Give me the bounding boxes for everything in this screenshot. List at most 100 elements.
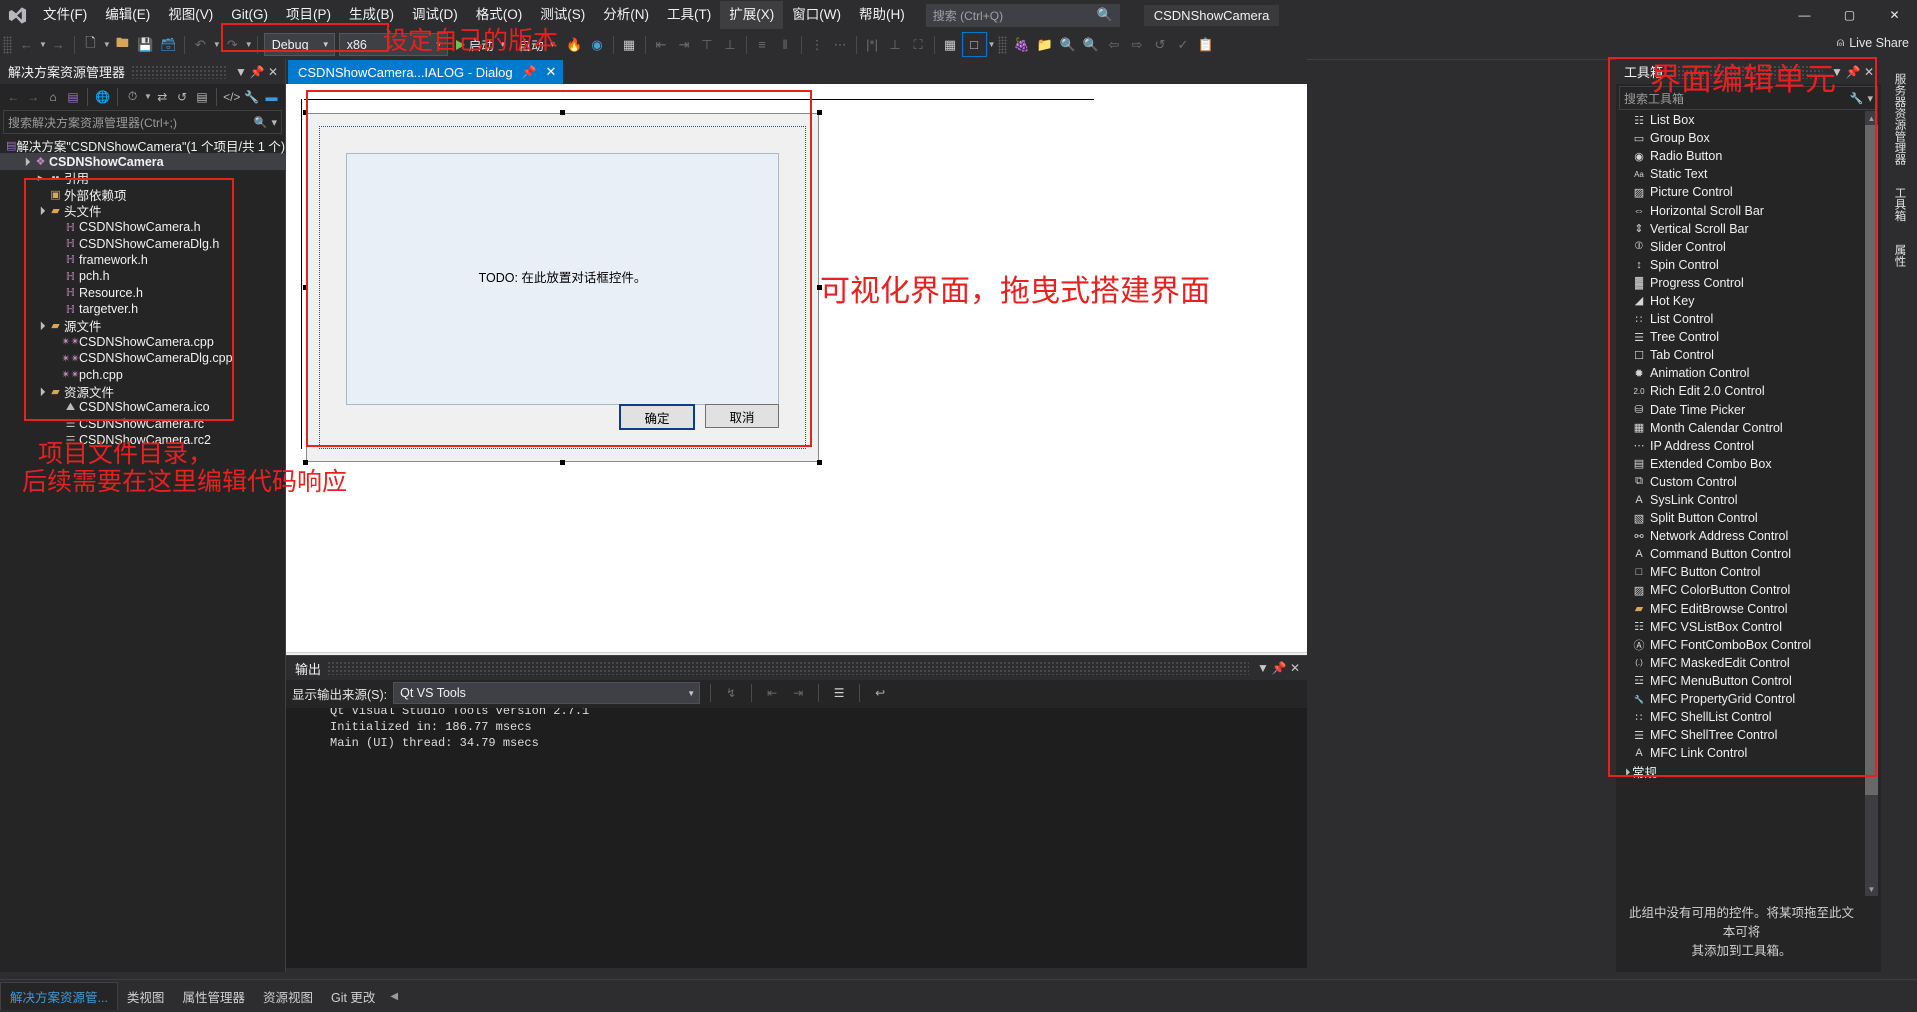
qt-project-icon[interactable]: 📁 (1033, 33, 1056, 56)
tree-item[interactable]: ℍResource.h (0, 285, 285, 301)
find-symbol-icon[interactable]: 🔍 (1079, 33, 1102, 56)
chevron-down-icon[interactable]: ▼ (233, 63, 249, 81)
global-search-input[interactable]: 搜索 (Ctrl+Q) 🔍 (926, 4, 1120, 27)
toolbox-group-header[interactable]: ◢常规 (1616, 762, 1881, 781)
toolbox-item[interactable]: ⒶMFC FontComboBox Control (1616, 636, 1881, 654)
show-grid-icon[interactable]: ▦ (939, 33, 962, 56)
tree-item[interactable]: ✴✴CSDNShowCameraDlg.cpp (0, 350, 285, 366)
menu-view[interactable]: 视图(V) (159, 1, 222, 29)
tree-item[interactable]: ▶▪▪引用 (0, 170, 285, 186)
test-dialog-icon[interactable]: ⛶ (907, 33, 930, 56)
toolbox-item[interactable]: ▰MFC EditBrowse Control (1616, 600, 1881, 618)
bottom-tab-git-changes[interactable]: Git 更改 (322, 983, 384, 1010)
output-source-selector[interactable]: Qt VS Tools ▼ (393, 682, 700, 704)
menu-extensions[interactable]: 扩展(X) (720, 1, 783, 29)
save-icon[interactable]: 💾 (134, 33, 157, 56)
toolbox-item[interactable]: ∷MFC ShellList Control (1616, 708, 1881, 726)
toolbox-item[interactable]: ◉Radio Button (1616, 147, 1881, 165)
hot-reload-icon[interactable]: 🔥 (563, 33, 586, 56)
wrench-icon[interactable]: 🔧 (1850, 92, 1864, 105)
resize-handle-s[interactable] (560, 460, 565, 465)
chevron-down-icon[interactable]: ▾ (271, 116, 277, 129)
navigate-forward-icon[interactable]: → (47, 33, 70, 56)
clear-all-icon[interactable]: ☰ (829, 683, 849, 703)
chevron-down-icon[interactable]: ▾ (1867, 92, 1873, 105)
qt-search-icon[interactable]: 🔍 (1056, 33, 1079, 56)
toolbox-item[interactable]: ▓Progress Control (1616, 274, 1881, 292)
auto-selector[interactable]: 自动 ▼ (513, 33, 563, 56)
expand-twisty-icon[interactable]: ◢ (33, 203, 49, 219)
close-button[interactable]: ✕ (1872, 0, 1917, 30)
toolbox-item[interactable]: ☷List Box (1616, 111, 1881, 129)
tab-order-icon[interactable]: □ (962, 32, 987, 57)
toolbox-item[interactable]: AMFC Link Control (1616, 744, 1881, 762)
tree-item[interactable]: ℍframework.h (0, 252, 285, 268)
scroll-down-icon[interactable]: ▼ (1865, 882, 1878, 896)
toolbox-scrollbar-thumb[interactable] (1865, 125, 1878, 795)
close-icon[interactable]: ✕ (546, 64, 557, 80)
close-icon[interactable]: ✕ (1861, 63, 1877, 81)
expand-twisty-icon[interactable]: ◢ (18, 154, 34, 170)
resize-handle-ne[interactable] (817, 110, 822, 115)
toolbox-item[interactable]: ▨Picture Control (1616, 183, 1881, 201)
dialog-ok-button[interactable]: 确定 (619, 404, 695, 430)
tree-item[interactable]: ▤解决方案"CSDNShowCamera"(1 个项目/共 1 个) (0, 137, 285, 153)
make-same-width-icon[interactable]: ≡ (751, 33, 774, 56)
toolbox-item[interactable]: ☷MFC VSListBox Control (1616, 618, 1881, 636)
properties-window-icon[interactable]: ▦ (618, 33, 641, 56)
configuration-selector[interactable]: Debug ▼ (264, 33, 335, 56)
scroll-up-icon[interactable]: ▲ (1865, 111, 1878, 125)
toolbox-item[interactable]: ☰MFC ShellTree Control (1616, 726, 1881, 744)
menu-analyze[interactable]: 分析(N) (594, 1, 658, 29)
toolbox-item[interactable]: ⇕Vertical Scroll Bar (1616, 220, 1881, 238)
align-lefts-icon[interactable]: ⇤ (650, 33, 673, 56)
toolbox-item[interactable]: ◢Hot Key (1616, 292, 1881, 310)
vtab-toolbox[interactable]: 工具箱 (1891, 179, 1908, 230)
align-tops-icon[interactable]: ⊤ (696, 33, 719, 56)
tree-item[interactable]: ✴✴pch.cpp (0, 366, 285, 382)
tree-item[interactable]: ☰CSDNShowCamera.rc (0, 416, 285, 432)
close-icon[interactable]: ✕ (265, 63, 281, 81)
solution-explorer-search-input[interactable]: 搜索解决方案资源管理器(Ctrl+;) 🔍 ▾ (3, 110, 282, 134)
menu-window[interactable]: 窗口(W) (783, 1, 850, 29)
chevron-down-icon[interactable]: ▼ (1255, 659, 1271, 677)
align-rights-icon[interactable]: ⇥ (673, 33, 696, 56)
debug-target-icon[interactable]: ◉ (586, 33, 609, 56)
toolbox-item[interactable]: ☰Tree Control (1616, 328, 1881, 346)
toolbar-grip-2[interactable] (998, 36, 1007, 54)
menu-git[interactable]: Git(G) (222, 1, 277, 29)
navigate-back-icon[interactable]: ← (15, 33, 38, 56)
toolbox-item[interactable]: ▭Group Box (1616, 129, 1881, 147)
toolbox-item[interactable]: 🔧MFC PropertyGrid Control (1616, 690, 1881, 708)
toolbox-item[interactable]: ∷List Control (1616, 310, 1881, 328)
resize-handle-n[interactable] (560, 110, 565, 115)
step-forward-icon[interactable]: ⇨ (1125, 33, 1148, 56)
expand-twisty-icon[interactable]: ◢ (33, 383, 49, 399)
open-folder-icon[interactable]: 🖿 (111, 33, 134, 56)
tree-item[interactable]: ℍpch.h (0, 268, 285, 284)
toolbox-scrollbar[interactable]: ▲ ▼ (1865, 111, 1878, 896)
sync-with-active-doc-icon[interactable]: ⇄ (153, 86, 172, 107)
vtab-server-explorer[interactable]: 服务器资源管理器 (1891, 65, 1908, 173)
platform-selector[interactable]: x86 ▼ (339, 33, 448, 56)
expand-twisty-icon[interactable]: ◢ (1619, 765, 1633, 779)
toolbox-item[interactable]: (.)MFC MaskedEdit Control (1616, 654, 1881, 672)
menu-help[interactable]: 帮助(H) (850, 1, 914, 29)
pending-changes-icon[interactable]: ⏱ (123, 86, 142, 107)
menu-tools[interactable]: 工具(T) (658, 1, 720, 29)
globe-icon[interactable]: 🌐 (93, 86, 112, 107)
dialog-cancel-button[interactable]: 取消 (705, 404, 779, 428)
live-share-button[interactable]: ⍝ Live Share (1837, 35, 1909, 50)
word-wrap-icon[interactable]: ↩ (870, 683, 890, 703)
toolbox-item[interactable]: ASysLink Control (1616, 491, 1881, 509)
copy-icon[interactable]: 📋 (1194, 33, 1217, 56)
pin-icon[interactable]: 📌 (1271, 659, 1287, 677)
toolbox-item[interactable]: ☐Tab Control (1616, 346, 1881, 364)
resize-handle-se[interactable] (817, 460, 822, 465)
resize-handle-w[interactable] (303, 285, 308, 290)
new-item-icon[interactable]: 🗋 (79, 33, 102, 56)
tree-item[interactable]: ℍCSDNShowCameraDlg.h (0, 235, 285, 251)
toolbox-item[interactable]: 2.0Rich Edit 2.0 Control (1616, 382, 1881, 400)
step-back-icon[interactable]: ⇦ (1102, 33, 1125, 56)
tree-item[interactable]: ◢❖CSDNShowCamera (0, 153, 285, 169)
